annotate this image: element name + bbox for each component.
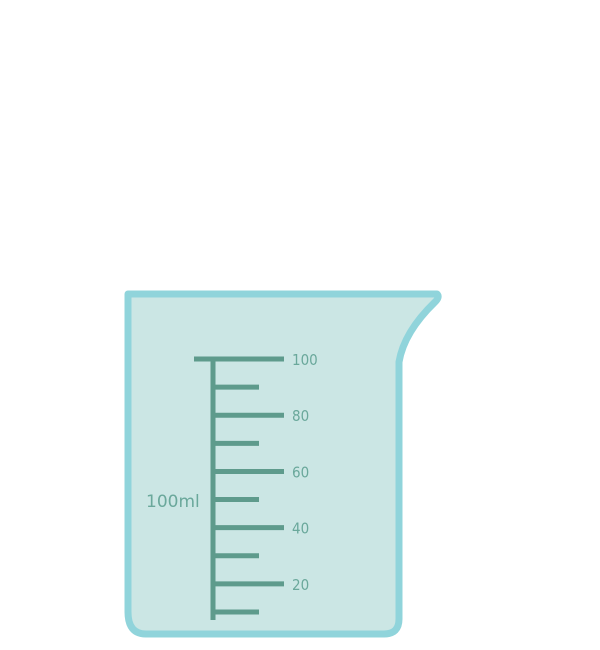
tick-label-80: 80 <box>292 407 309 425</box>
capacity-label: 100ml <box>146 492 200 512</box>
tick-label-20: 20 <box>292 576 309 594</box>
tick-label-40: 40 <box>292 520 309 538</box>
tick-label-100: 100 <box>292 351 318 369</box>
beaker-diagram: 100 80 60 40 20 100ml <box>124 290 442 638</box>
tick-label-60: 60 <box>292 463 309 481</box>
